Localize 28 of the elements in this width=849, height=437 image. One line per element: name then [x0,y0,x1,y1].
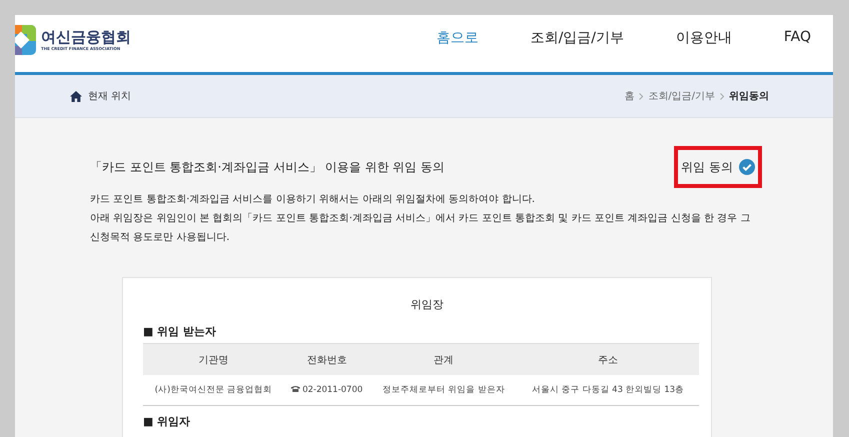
section-title: ■ 위임자 [143,414,192,429]
breadcrumb-link[interactable]: 위임동의 [729,89,769,103]
column-header: 주소 [517,344,699,375]
table-cell: 서울시 중구 다동길 43 한외빌딩 13층 [517,375,699,406]
nav-tab[interactable]: 이용안내 [676,15,732,75]
description-text: 카드 포인트 통합조회·계좌입금 서비스를 이용하기 위해서는 아래의 위임절차에 동의하여야 합니다. [90,193,536,207]
column-header: 기관명 [143,344,284,375]
breadcrumb-link[interactable]: 조회/입금/기부 [648,89,715,103]
column-header: 전화번호 [284,344,370,375]
table-cell: (사)한국여신전문 금융업협회 [143,375,284,406]
logo-name: 여신금융협회 [41,28,131,46]
phone-number: 02-2011-0700 [302,385,363,395]
nav-tab[interactable]: FAQ [784,15,811,75]
section-title: ■ 위임 받는자 [143,324,218,339]
column-header: 관계 [370,344,518,375]
letter-title: 위임장 [410,297,444,312]
home-icon [70,90,82,102]
chevron-icon [720,92,724,100]
check-icon[interactable] [738,159,755,175]
breadcrumb-link[interactable]: 홈 [624,89,634,103]
page-heading: 「카드 포인트 통합조회·계좌입금 서비스」 이용을 위한 위임 동의 [90,158,445,176]
description-text: 아래 위임장은 위임인이 본 협회의「카드 포인트 통합조회·계좌입금 서비스」에서 카드 포인트 통합조회 및 카드 포인트 계좌입금 신청을 한 경우 그 신청목적 용도로만 사용됩니다. [90,212,752,245]
consent-label: 위임 동의 [681,158,733,176]
phone-icon [291,385,300,392]
location-label: 현재 위치 [88,90,132,103]
chevron-icon [639,92,644,100]
table-cell: 정보주체로부터 위임을 받은자 [370,375,518,406]
nav-tab[interactable]: 조회/입금/기부 [530,15,624,75]
